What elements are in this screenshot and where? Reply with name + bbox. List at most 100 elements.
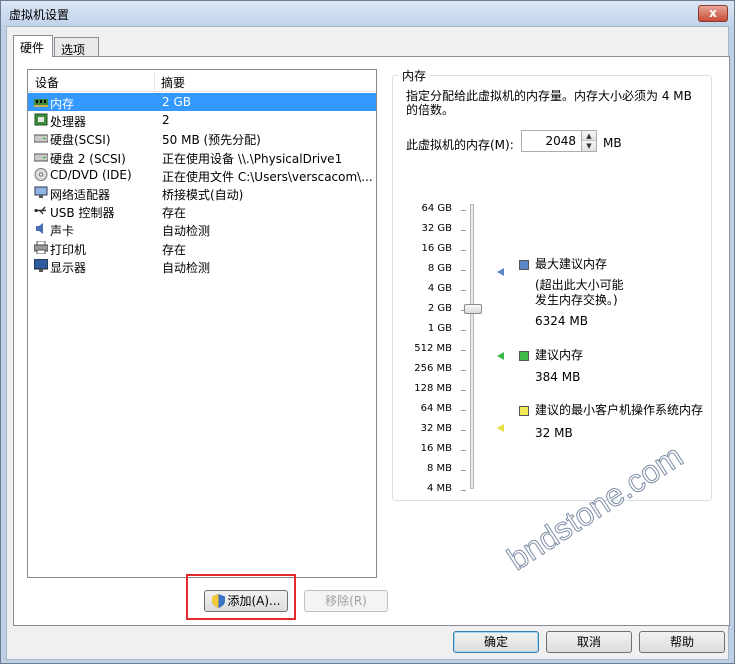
scale-label: 8 MB (426, 463, 452, 474)
scale-label: 128 MB (414, 383, 452, 394)
device-name: USB 控制器 (50, 206, 115, 221)
recommended-memory-title: 建议内存 (535, 348, 584, 362)
scale-label: 32 GB (421, 223, 452, 234)
device-list[interactable]: 设备 摘要 内存 2 GB 处理器 2 硬盘(SCSI) 50 MB (预先分配… (27, 69, 377, 578)
usb-icon (34, 206, 46, 215)
device-name: CD/DVD (IDE) (50, 167, 132, 182)
display-icon (34, 258, 48, 272)
spinner-buttons: ▲ ▼ (581, 131, 596, 151)
min-guest-memory-swatch (519, 406, 529, 416)
device-row-usb-controller[interactable]: USB 控制器 存在 (28, 202, 376, 220)
scale-label: 64 MB (420, 403, 452, 414)
close-button[interactable]: x (698, 5, 728, 22)
header-device[interactable]: 设备 (35, 74, 59, 91)
device-summary: 存在 (162, 206, 187, 221)
header-divider[interactable] (154, 72, 155, 90)
memory-slider-thumb[interactable] (464, 304, 482, 314)
header-summary[interactable]: 摘要 (161, 74, 185, 91)
device-name: 硬盘 2 (SCSI) (50, 151, 126, 166)
max-memory-swatch (519, 260, 529, 270)
scale-tick (461, 350, 466, 351)
network-adapter-icon (34, 186, 48, 198)
cancel-button[interactable]: 取消 (546, 631, 632, 653)
scale-tick (461, 330, 466, 331)
hard-disk-icon (34, 153, 48, 162)
vm-settings-window: 虚拟机设置 x 硬件 选项 设备 摘要 内存 2 GB 处理器 2 硬盘(SCS… (0, 0, 735, 664)
device-summary: 桥接模式(自动) (162, 187, 244, 202)
scale-label: 256 MB (414, 363, 452, 374)
spinner-down-button[interactable]: ▼ (582, 141, 596, 151)
device-name: 声卡 (50, 224, 75, 239)
recommended-memory-swatch (519, 351, 529, 361)
scale-label: 8 GB (427, 263, 452, 274)
device-row-network-adapter[interactable]: 网络适配器 桥接模式(自动) (28, 184, 376, 202)
tab-options[interactable]: 选项 (54, 37, 99, 57)
device-name: 打印机 (50, 242, 87, 257)
scale-tick (461, 490, 466, 491)
remove-button[interactable]: 移除(R) (304, 590, 388, 612)
tab-hardware[interactable]: 硬件 (13, 35, 53, 57)
memory-size-value[interactable]: 2048 (545, 134, 576, 148)
device-row-hard-disk-2[interactable]: 硬盘 2 (SCSI) 正在使用设备 \\.\PhysicalDrive1 (28, 148, 376, 166)
memory-icon (34, 99, 48, 107)
scale-tick (461, 270, 466, 271)
max-memory-note-2: 发生内存交换。) (535, 293, 618, 307)
device-row-hard-disk[interactable]: 硬盘(SCSI) 50 MB (预先分配) (28, 129, 376, 147)
dialog-client-area: 硬件 选项 设备 摘要 内存 2 GB 处理器 2 硬盘(SCSI) 50 MB… (6, 26, 730, 660)
memory-slider-track[interactable] (470, 204, 474, 489)
device-name: 处理器 (50, 115, 87, 130)
recommended-memory-marker-icon (497, 352, 504, 360)
scale-tick (461, 290, 466, 291)
help-button[interactable]: 帮助 (639, 631, 725, 653)
scale-label: 2 GB (427, 303, 452, 314)
device-summary: 2 GB (162, 95, 191, 109)
scale-label: 16 MB (420, 443, 452, 454)
scale-label: 32 MB (420, 423, 452, 434)
min-guest-memory-title: 建议的最小客户机操作系统内存 (535, 403, 704, 417)
scale-tick (461, 210, 466, 211)
device-summary: 自动检测 (162, 224, 211, 239)
window-title: 虚拟机设置 (9, 8, 70, 22)
ok-button[interactable]: 确定 (453, 631, 539, 653)
scale-tick (461, 390, 466, 391)
max-memory-value: 6324 MB (535, 314, 588, 328)
scale-tick (461, 430, 466, 431)
device-summary: 2 (162, 113, 170, 128)
device-summary: 存在 (162, 242, 187, 257)
memory-unit-label: MB (603, 136, 622, 150)
device-rows: 内存 2 GB 处理器 2 硬盘(SCSI) 50 MB (预先分配) 硬盘 2… (28, 93, 376, 275)
device-row-display[interactable]: 显示器 自动检测 (28, 257, 376, 275)
scale-tick (461, 250, 466, 251)
min-guest-memory-marker-icon (497, 424, 504, 432)
device-row-cd-dvd[interactable]: CD/DVD (IDE) 正在使用文件 C:\Users\verscacom\.… (28, 166, 376, 184)
add-button[interactable]: 添加(A)... (204, 590, 288, 612)
hard-disk-icon (34, 134, 48, 143)
device-row-processor[interactable]: 处理器 2 (28, 111, 376, 129)
device-row-sound-card[interactable]: 声卡 自动检测 (28, 220, 376, 238)
device-row-memory[interactable]: 内存 2 GB (28, 93, 376, 112)
scale-label: 4 GB (427, 283, 452, 294)
title-bar[interactable]: 虚拟机设置 x (1, 1, 734, 25)
scale-tick (461, 470, 466, 471)
scale-tick (461, 230, 466, 231)
scale-label: 1 GB (427, 323, 452, 334)
scale-label: 16 GB (421, 243, 452, 254)
device-name: 显示器 (50, 260, 87, 275)
sound-card-icon (36, 223, 43, 235)
device-summary: 自动检测 (162, 260, 211, 275)
list-header: 设备 摘要 (28, 70, 376, 92)
device-row-printer[interactable]: 打印机 存在 (28, 239, 376, 257)
memory-size-spinner[interactable]: 2048 ▲ ▼ (521, 130, 597, 152)
cd-dvd-icon (34, 167, 48, 181)
memory-size-label: 此虚拟机的内存(M): (406, 138, 514, 152)
scale-label: 4 MB (426, 483, 452, 494)
max-memory-marker-icon (497, 268, 504, 276)
hardware-panel: 设备 摘要 内存 2 GB 处理器 2 硬盘(SCSI) 50 MB (预先分配… (13, 56, 730, 626)
device-name: 硬盘(SCSI) (50, 133, 111, 148)
spinner-up-button[interactable]: ▲ (582, 131, 596, 141)
scale-tick (461, 450, 466, 451)
processor-icon (34, 113, 48, 126)
device-summary: 正在使用文件 C:\Users\verscacom\... (162, 169, 372, 184)
max-memory-note-1: (超出此大小可能 (535, 278, 624, 292)
scale-label: 512 MB (414, 343, 452, 354)
